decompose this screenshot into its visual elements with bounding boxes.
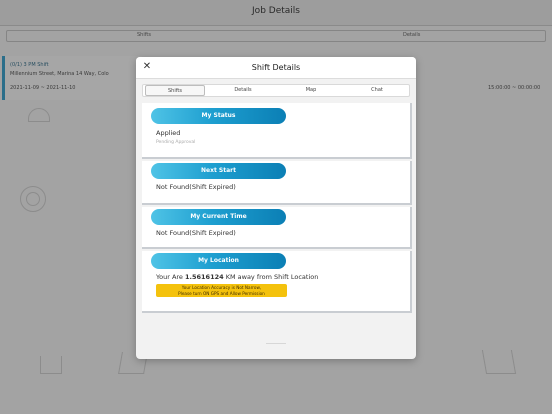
- tab-chat[interactable]: Chat: [349, 85, 405, 96]
- next-start-section: Next Start Not Found(Shift Expired): [142, 161, 412, 205]
- status-section: My Status Applied Pending Approval: [142, 103, 412, 159]
- location-heading-pill: My Location: [151, 253, 286, 269]
- modal-footer-divider: [266, 343, 286, 344]
- location-distance-text: Your Are 1.5616124 KM away from Shift Lo…: [156, 273, 318, 281]
- background-header: Job Details: [0, 0, 552, 26]
- background-tab-shifts: Shifts: [137, 32, 151, 38]
- tab-shifts[interactable]: Shifts: [145, 85, 205, 96]
- next-start-value: Not Found(Shift Expired): [156, 183, 236, 191]
- current-time-section: My Current Time Not Found(Shift Expired): [142, 207, 412, 249]
- modal-header: ✕ Shift Details: [136, 57, 416, 79]
- warning-line-2: Please turn ON GPS and Allow Permission: [178, 290, 265, 296]
- current-time-value: Not Found(Shift Expired): [156, 229, 236, 237]
- modal-tab-bar: Shifts Details Map Chat: [142, 84, 410, 97]
- background-tab-bar: Shifts Details: [6, 30, 546, 42]
- background-page-title: Job Details: [252, 6, 300, 16]
- location-accuracy-warning: Your Location Accuracy is Not Narrow, Pl…: [156, 284, 287, 297]
- background-shift-title: (0/1) 3 PM Shift: [10, 62, 49, 68]
- current-time-heading-pill: My Current Time: [151, 209, 286, 225]
- status-subtext: Pending Approval: [156, 140, 196, 145]
- modal-title: Shift Details: [251, 63, 301, 72]
- status-heading-pill: My Status: [151, 108, 286, 124]
- tab-details[interactable]: Details: [215, 85, 271, 96]
- background-shift-dates: 2021-11-09 ~ 2021-11-10: [10, 85, 76, 91]
- background-time-range: 15:00:00 ~ 00:00:00: [488, 85, 541, 91]
- next-start-heading-pill: Next Start: [151, 163, 286, 179]
- background-gauge-icon: [28, 108, 50, 122]
- background-tent-icon: [40, 356, 62, 374]
- background-shift-address: Millennium Street, Marina 14 Way, Colo: [10, 71, 109, 77]
- location-distance-value: 1.5616124: [184, 273, 224, 281]
- location-suffix: KM away from Shift Location: [223, 273, 319, 281]
- location-prefix: Your Are: [156, 273, 185, 281]
- shift-details-modal: ✕ Shift Details Shifts Details Map Chat …: [136, 57, 416, 359]
- location-section: My Location Your Are 1.5616124 KM away f…: [142, 251, 412, 313]
- status-value: Applied: [156, 129, 181, 137]
- background-tab-details: Details: [403, 32, 421, 38]
- tab-map[interactable]: Map: [283, 85, 339, 96]
- background-target-icon: [26, 192, 40, 206]
- background-tent-icon: [481, 350, 517, 374]
